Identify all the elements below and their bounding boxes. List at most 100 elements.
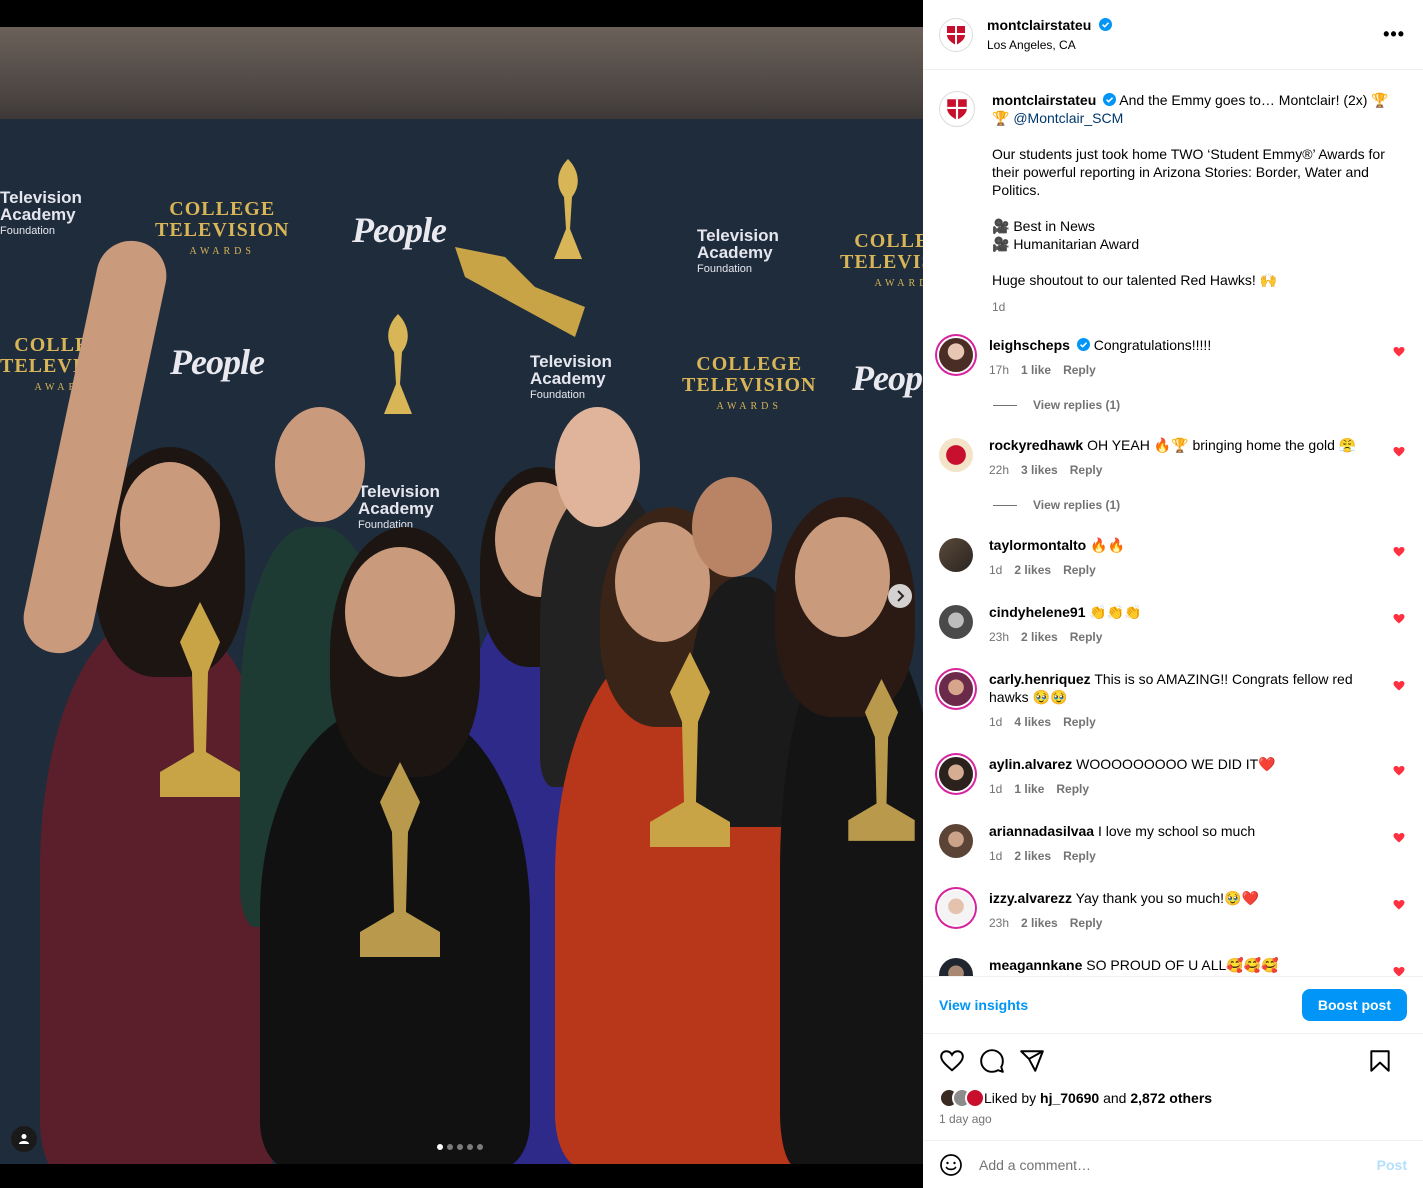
heart-liked-icon[interactable] xyxy=(1393,765,1405,777)
reply-button[interactable]: Reply xyxy=(1063,363,1096,377)
post-header: montclairstateu Los Angeles, CA ••• xyxy=(923,0,1423,70)
avatar[interactable] xyxy=(939,958,973,976)
heart-icon[interactable] xyxy=(939,1048,965,1074)
view-replies-button[interactable]: View replies (1) xyxy=(993,396,1407,414)
montclair-shield-icon xyxy=(947,99,967,120)
reply-button[interactable]: Reply xyxy=(1070,916,1103,930)
emmy-trophy-icon xyxy=(848,679,915,841)
comment-time[interactable]: 22h xyxy=(989,463,1009,477)
face xyxy=(692,477,772,577)
view-insights-link[interactable]: View insights xyxy=(939,997,1028,1013)
reply-button[interactable]: Reply xyxy=(1070,630,1103,644)
likes-count-link[interactable]: 2,872 others xyxy=(1130,1090,1212,1106)
comment-text: Yay thank you so much!🥹❤️ xyxy=(1075,890,1259,906)
heart-liked-icon[interactable] xyxy=(1393,613,1405,625)
avatar[interactable] xyxy=(939,438,973,472)
comment-time[interactable]: 23h xyxy=(989,916,1009,930)
comment-time[interactable]: 1d xyxy=(989,563,1002,577)
avatar[interactable] xyxy=(939,91,975,127)
heart-liked-icon[interactable] xyxy=(1393,899,1405,911)
comment-username[interactable]: meagannkane xyxy=(989,957,1082,973)
heart-liked-icon[interactable] xyxy=(1393,346,1405,358)
comment-username[interactable]: aylin.alvarez xyxy=(989,756,1072,772)
caption-mention-link[interactable]: @Montclair_SCM xyxy=(1013,110,1123,126)
avatar[interactable] xyxy=(939,891,973,925)
emmy-trophy-icon xyxy=(360,762,440,957)
carousel-dot xyxy=(457,1144,463,1150)
comment-likes[interactable]: 2 likes xyxy=(1021,630,1058,644)
comment-likes[interactable]: 1 like xyxy=(1014,782,1044,796)
comment-likes[interactable]: 2 likes xyxy=(1021,916,1058,930)
people-logo: People xyxy=(852,358,923,398)
carousel-dot xyxy=(477,1144,483,1150)
comment-username[interactable]: rockyredhawk xyxy=(989,437,1083,453)
comment-username[interactable]: carly.henriquez xyxy=(989,671,1091,687)
comment-likes[interactable]: 4 likes xyxy=(1014,715,1051,729)
chevron-right-icon xyxy=(897,590,905,602)
post-location[interactable]: Los Angeles, CA xyxy=(987,38,1112,52)
avatar[interactable] xyxy=(939,338,973,372)
comment-likes[interactable]: 3 likes xyxy=(1021,463,1058,477)
ta-logo-line: Foundation xyxy=(697,263,753,275)
comment: leighscheps Congratulations!!!!! 17h 1 li… xyxy=(939,336,1407,379)
share-icon[interactable] xyxy=(1019,1048,1045,1074)
comment-username[interactable]: leighscheps xyxy=(989,337,1070,353)
heart-liked-icon[interactable] xyxy=(1393,832,1405,844)
liked-by-user-link[interactable]: hj_70690 xyxy=(1040,1090,1099,1106)
caption-shoutout: Huge shoutout to our talented Red Hawks!… xyxy=(992,272,1278,288)
comment-username[interactable]: taylormontalto xyxy=(989,537,1086,553)
reply-button[interactable]: Reply xyxy=(1056,782,1089,796)
face xyxy=(795,517,890,637)
comment: meagannkane SO PROUD OF U ALL🥰🥰🥰 xyxy=(939,956,1407,976)
comment-likes[interactable]: 2 likes xyxy=(1014,849,1051,863)
people-logo: People xyxy=(352,210,447,250)
comment-input[interactable] xyxy=(979,1156,1359,1173)
emmy-statuette-icon xyxy=(384,314,412,414)
comment-time[interactable]: 1d xyxy=(989,715,1002,729)
heart-liked-icon[interactable] xyxy=(1393,966,1405,976)
avatar[interactable] xyxy=(939,824,973,858)
comment-time[interactable]: 23h xyxy=(989,630,1009,644)
post-photo[interactable]: Television Academy Foundation COLLEGE TE… xyxy=(0,27,923,1164)
avatar[interactable] xyxy=(939,605,973,639)
comment-username[interactable]: ariannadasilvaa xyxy=(989,823,1094,839)
reply-button[interactable]: Reply xyxy=(1063,715,1096,729)
comment-time[interactable]: 17h xyxy=(989,363,1009,377)
avatar[interactable] xyxy=(939,672,973,706)
comment: taylormontalto 🔥🔥 1d 2 likes Reply xyxy=(939,536,1407,579)
comment-time[interactable]: 1d xyxy=(989,849,1002,863)
view-replies-button[interactable]: View replies (1) xyxy=(993,496,1407,514)
post-author-username[interactable]: montclairstateu xyxy=(987,17,1091,33)
post-comment-button[interactable]: Post xyxy=(1377,1157,1407,1173)
reply-button[interactable]: Reply xyxy=(1070,463,1103,477)
comment-likes[interactable]: 2 likes xyxy=(1014,563,1051,577)
boost-post-button[interactable]: Boost post xyxy=(1301,989,1407,1021)
more-options-button[interactable]: ••• xyxy=(1383,24,1405,45)
heart-liked-icon[interactable] xyxy=(1393,446,1405,458)
tagged-people-button[interactable] xyxy=(11,1126,37,1152)
reply-button[interactable]: Reply xyxy=(1063,563,1096,577)
caption-timestamp[interactable]: 1d xyxy=(992,298,1402,316)
post-details-panel: montclairstateu Los Angeles, CA ••• mont… xyxy=(923,0,1423,1188)
avatar[interactable] xyxy=(939,17,973,52)
carousel-dot xyxy=(447,1144,453,1150)
next-image-button[interactable] xyxy=(888,584,912,608)
caption-username[interactable]: montclairstateu xyxy=(992,92,1096,108)
avatar[interactable] xyxy=(939,538,973,572)
reply-button[interactable]: Reply xyxy=(1063,849,1096,863)
comments-list[interactable]: montclairstateu And the Emmy goes to… Mo… xyxy=(923,71,1423,976)
college-tv-logo: COLLEGE TELEVISION AWARDS xyxy=(155,199,290,262)
comment-time[interactable]: 1d xyxy=(989,782,1002,796)
comment-icon[interactable] xyxy=(979,1048,1005,1074)
avatar[interactable] xyxy=(939,757,973,791)
user-tag-icon xyxy=(19,1134,29,1144)
college-tv-line: TELEVISION xyxy=(682,374,817,396)
comment-username[interactable]: izzy.alvarezz xyxy=(989,890,1072,906)
heart-liked-icon[interactable] xyxy=(1393,546,1405,558)
comment-username[interactable]: cindyhelene91 xyxy=(989,604,1086,620)
emoji-icon[interactable] xyxy=(939,1153,963,1177)
post-timestamp[interactable]: 1 day ago xyxy=(939,1112,992,1126)
comment-likes[interactable]: 1 like xyxy=(1021,363,1051,377)
bookmark-icon[interactable] xyxy=(1367,1048,1393,1074)
heart-liked-icon[interactable] xyxy=(1393,680,1405,692)
